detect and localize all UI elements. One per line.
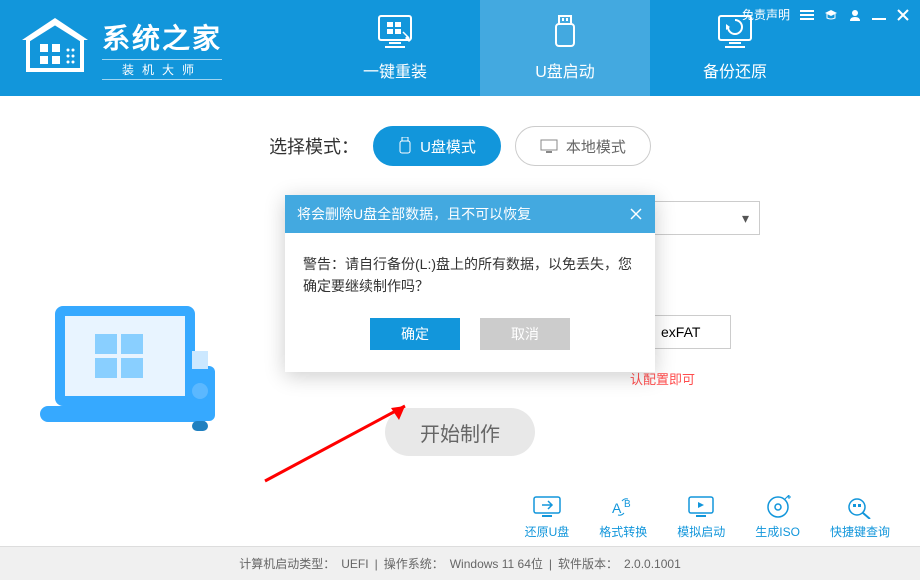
graduation-icon[interactable] <box>824 8 838 22</box>
content-area: 选择模式： U盘模式 本地模式 ）26.91GB ▾ ex <box>0 96 920 546</box>
nav-label: 备份还原 <box>703 58 767 82</box>
reinstall-icon <box>375 14 415 50</box>
logo-area: 系统之家 装机大师 <box>0 17 222 80</box>
mode-usb-button[interactable]: U盘模式 <box>373 126 501 166</box>
hotkey-icon <box>845 495 875 519</box>
tool-restore-usb[interactable]: 还原U盘 <box>525 495 570 540</box>
nav-usb-boot[interactable]: U盘启动 <box>480 0 650 96</box>
dialog-body: 警告：请自行备份(L:)盘上的所有数据，以免丢失，您确定要继续制作吗？ <box>285 233 655 318</box>
mode-local-button[interactable]: 本地模式 <box>515 126 651 166</box>
config-hint: 认配置即可 <box>630 369 860 388</box>
tool-generate-iso[interactable]: 生成ISO <box>755 495 800 540</box>
dialog-cancel-button[interactable]: 取消 <box>480 318 570 350</box>
status-bar: 计算机启动类型： UEFI | 操作系统： Windows 11 64位 | 软… <box>0 546 920 580</box>
chevron-down-icon: ▾ <box>742 210 749 227</box>
simulate-icon <box>686 495 716 519</box>
laptop-usb-illustration <box>35 296 245 476</box>
nav-reinstall[interactable]: 一键重装 <box>310 0 480 96</box>
convert-icon: AB <box>608 495 638 519</box>
svg-text:B: B <box>624 499 631 510</box>
dialog-header: 将会删除U盘全部数据，且不可以恢复 <box>285 195 655 233</box>
mode-label: 选择模式： <box>269 133 359 159</box>
usb-icon <box>545 14 585 50</box>
logo-icon <box>20 18 90 78</box>
mode-selector: 选择模式： U盘模式 本地模式 <box>40 126 880 166</box>
tool-format-convert[interactable]: AB 格式转换 <box>599 495 647 540</box>
close-icon[interactable] <box>896 8 910 22</box>
tool-simulate-boot[interactable]: 模拟启动 <box>677 495 725 540</box>
minimize-icon[interactable] <box>872 8 886 22</box>
svg-text:A: A <box>612 500 622 516</box>
nav-label: 一键重装 <box>363 58 427 82</box>
bottom-tools: 还原U盘 AB 格式转换 模拟启动 生成ISO 快捷键查询 <box>525 495 890 540</box>
dialog-ok-button[interactable]: 确定 <box>370 318 460 350</box>
menu-icon[interactable] <box>800 8 814 22</box>
dialog-footer: 确定 取消 <box>285 318 655 372</box>
user-icon[interactable] <box>848 8 862 22</box>
app-header: 系统之家 装机大师 一键重装 U盘启动 备份还原 免责声明 <box>0 0 920 96</box>
dialog-close-icon[interactable] <box>629 207 643 221</box>
monitor-small-icon <box>540 139 558 153</box>
tool-hotkey-query[interactable]: 快捷键查询 <box>830 495 890 540</box>
confirm-dialog: 将会删除U盘全部数据，且不可以恢复 警告：请自行备份(L:)盘上的所有数据，以免… <box>285 195 655 372</box>
nav-label: U盘启动 <box>535 58 595 82</box>
usb-small-icon <box>398 137 412 155</box>
restore-icon <box>532 495 562 519</box>
start-button[interactable]: 开始制作 <box>385 408 535 456</box>
dialog-title: 将会删除U盘全部数据，且不可以恢复 <box>297 204 531 224</box>
logo-subtitle: 装机大师 <box>102 59 222 80</box>
iso-icon <box>763 495 793 519</box>
window-controls: 免责声明 <box>742 6 910 23</box>
disclaimer-link[interactable]: 免责声明 <box>742 6 790 23</box>
logo-title: 系统之家 <box>102 17 222 57</box>
